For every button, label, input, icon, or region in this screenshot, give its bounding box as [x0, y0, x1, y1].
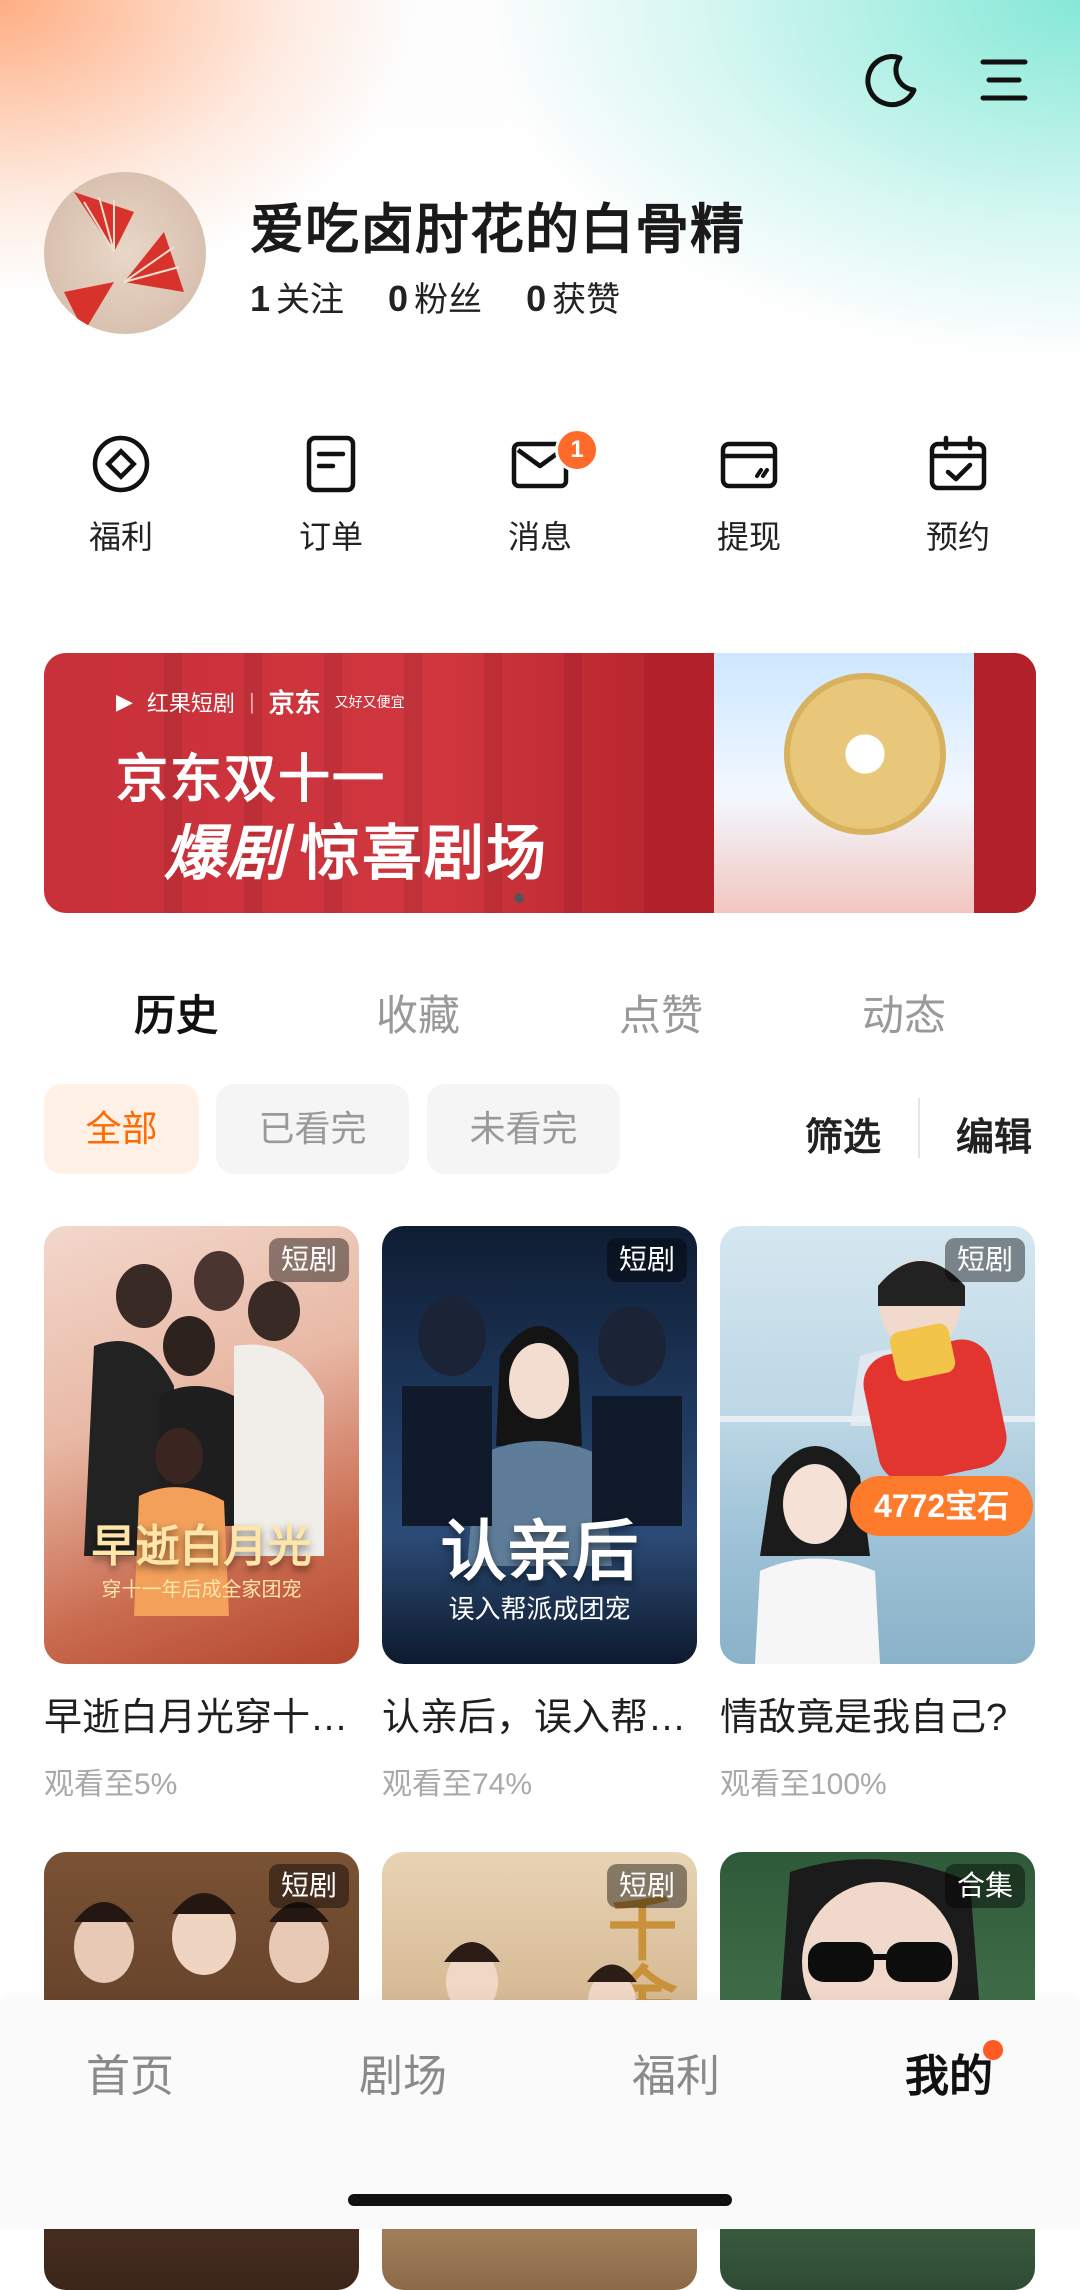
- quick-orders[interactable]: 订单: [266, 432, 396, 558]
- poster-title: 早逝白月光: [91, 1521, 312, 1572]
- quick-actions: 福利 订单 1 消息 提现 预约: [0, 428, 1080, 572]
- gem-reward-badge[interactable]: 4772宝石: [850, 1476, 1034, 1536]
- poster-subtitle: 穿十一年后成全家团宠: [101, 1579, 302, 1601]
- watch-progress: 观看至5%: [44, 1768, 178, 1801]
- promo-banner[interactable]: ▶ 红果短剧 | 京东 又好又便宜 京东双十一 爆剧 惊喜剧场: [44, 653, 1036, 913]
- tab-activity[interactable]: 动态: [862, 982, 946, 1043]
- filter-watched[interactable]: 已看完: [216, 1084, 409, 1174]
- quick-label: 预约: [925, 519, 990, 555]
- red-packet-icon: [857, 1333, 1013, 1489]
- quick-label: 福利: [88, 519, 153, 555]
- order-icon: [306, 435, 356, 493]
- poster-subtitle: 误入帮派成团宠: [448, 1594, 631, 1624]
- tab-favorites[interactable]: 收藏: [376, 982, 460, 1043]
- calendar-check-icon: [929, 435, 987, 491]
- stat-label: 粉丝: [414, 281, 483, 319]
- banner-subtitle-a: 爆剧: [164, 819, 288, 889]
- profile-stats: 1 关注 0 粉丝 0 获赞: [250, 272, 620, 321]
- dark-mode-moon-icon[interactable]: [862, 50, 922, 110]
- stat-followers[interactable]: 0 粉丝: [388, 272, 482, 321]
- stat-value: 0: [388, 278, 409, 319]
- door-left: [644, 653, 714, 913]
- banner-logo-right: 京东: [268, 688, 321, 718]
- banner-pagination: [514, 893, 524, 903]
- banner-title: 京东双十一: [116, 751, 387, 809]
- poster[interactable]: 早逝白月光 穿十一年后成全家团宠 短剧: [44, 1226, 359, 1664]
- stat-value: 1: [250, 278, 271, 319]
- poster[interactable]: 认亲后 误入帮派成团宠 短剧: [382, 1226, 697, 1664]
- poster[interactable]: 4772宝石 短剧: [720, 1226, 1035, 1664]
- type-tag: 短剧: [606, 1238, 687, 1282]
- divider: [918, 1098, 920, 1158]
- nav-theater[interactable]: 剧场: [359, 2040, 447, 2104]
- card-title[interactable]: 情敌竟是我自己?: [720, 1686, 1035, 1741]
- menu-icon[interactable]: [975, 50, 1035, 110]
- nav-mine[interactable]: 我的: [905, 2040, 993, 2104]
- message-badge: 1: [555, 428, 599, 472]
- notification-dot: [983, 2040, 1003, 2060]
- type-tag: 短剧: [268, 1238, 349, 1282]
- quick-welfare[interactable]: 福利: [56, 432, 186, 558]
- tab-likes[interactable]: 点赞: [619, 982, 703, 1043]
- stat-value: 0: [526, 278, 547, 319]
- welfare-icon: [92, 435, 150, 493]
- stat-likes[interactable]: 0 获赞: [526, 272, 620, 321]
- quick-label: 订单: [298, 519, 363, 555]
- quick-reservation[interactable]: 预约: [893, 432, 1023, 558]
- banner-subtitle-b: 惊喜剧场: [300, 820, 548, 887]
- banner-logos: ▶ 红果短剧 | 京东 又好又便宜: [116, 683, 405, 720]
- stat-label: 获赞: [552, 281, 621, 319]
- avatar[interactable]: [44, 172, 206, 334]
- type-tag: 短剧: [606, 1864, 687, 1908]
- filter-all[interactable]: 全部: [44, 1084, 199, 1174]
- home-indicator[interactable]: [348, 2194, 732, 2206]
- history-card[interactable]: 4772宝石 短剧 情敌竟是我自己? 观看至100%: [720, 1226, 1035, 1803]
- watch-progress: 观看至100%: [720, 1768, 887, 1801]
- filter-button[interactable]: 筛选: [805, 1106, 881, 1161]
- history-card[interactable]: 认亲后 误入帮派成团宠 短剧 认亲后，误入帮… 观看至74%: [382, 1226, 697, 1803]
- quick-withdraw[interactable]: 提现: [684, 432, 814, 558]
- filter-unwatched[interactable]: 未看完: [427, 1084, 620, 1174]
- banner-subtitle: 爆剧 惊喜剧场: [164, 805, 548, 892]
- quick-messages[interactable]: 1 消息: [475, 428, 605, 558]
- stat-following[interactable]: 1 关注: [250, 272, 344, 321]
- content-tabs: 历史 收藏 点赞 动态: [0, 982, 1080, 1042]
- quick-label: 提现: [716, 519, 781, 555]
- nav-welfare[interactable]: 福利: [632, 2040, 720, 2104]
- edit-button[interactable]: 编辑: [956, 1106, 1032, 1161]
- history-card[interactable]: 早逝白月光 穿十一年后成全家团宠 短剧 早逝白月光穿十… 观看至5%: [44, 1226, 359, 1803]
- banner-logo-right-sub: 又好又便宜: [334, 693, 405, 710]
- door-right: [974, 653, 1036, 913]
- card-title[interactable]: 认亲后，误入帮…: [382, 1686, 697, 1741]
- type-tag: 合集: [944, 1864, 1025, 1908]
- username[interactable]: 爱吃卤肘花的白骨精: [250, 185, 745, 264]
- banner-logo-left: 红果短剧: [146, 690, 235, 716]
- tab-history[interactable]: 历史: [134, 982, 218, 1043]
- card-title[interactable]: 早逝白月光穿十…: [44, 1686, 359, 1741]
- play-logo-icon: ▶: [116, 688, 133, 714]
- nav-home[interactable]: 首页: [86, 2040, 174, 2104]
- film-reel-icon: [784, 673, 946, 835]
- stat-label: 关注: [276, 281, 345, 319]
- wallet-icon: [720, 441, 778, 489]
- poster-title: 认亲后: [440, 1512, 639, 1590]
- type-tag: 短剧: [944, 1238, 1025, 1282]
- quick-label: 消息: [507, 519, 572, 555]
- watch-progress: 观看至74%: [382, 1768, 533, 1801]
- type-tag: 短剧: [268, 1864, 349, 1908]
